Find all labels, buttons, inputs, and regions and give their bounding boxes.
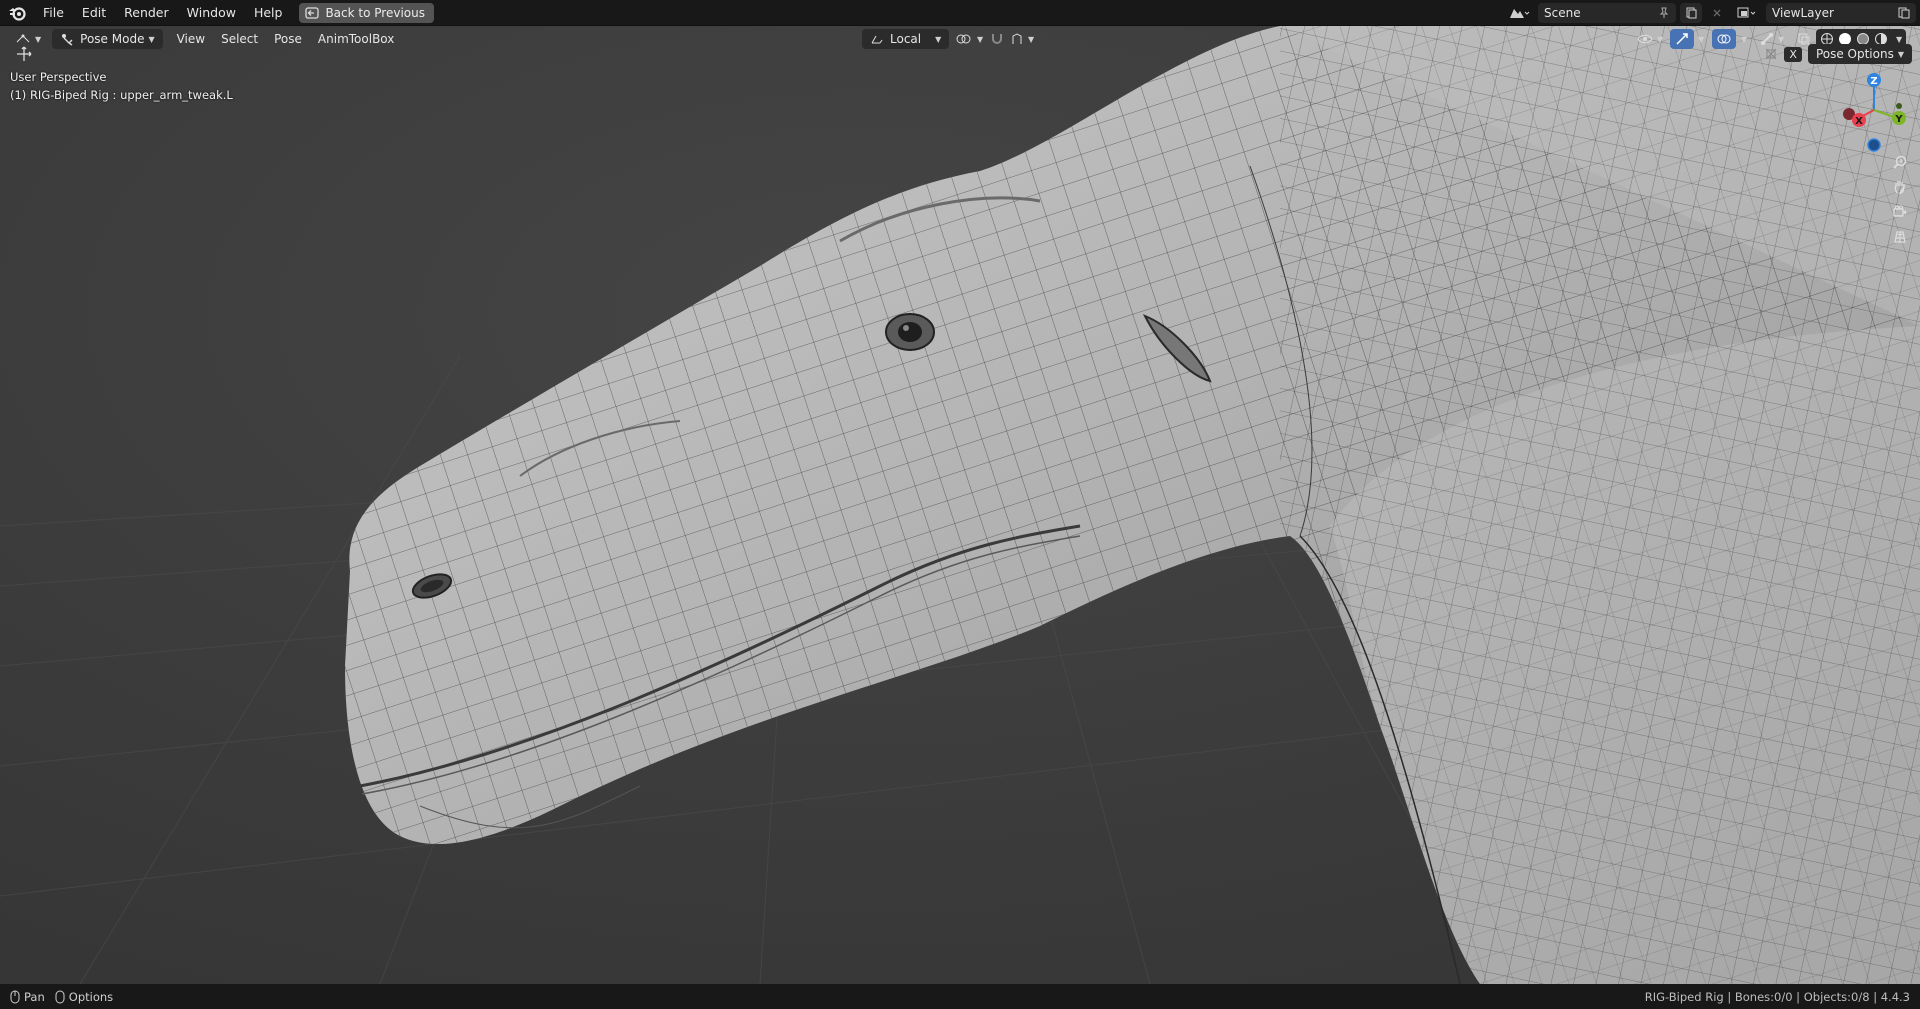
mouse-middle-icon (10, 990, 20, 1003)
copy-layer-icon[interactable] (1898, 7, 1910, 19)
mirror-x-toggle[interactable]: X (1784, 46, 1802, 62)
gizmo-y-label: Y (1894, 114, 1903, 125)
delete-scene-button[interactable] (1706, 3, 1728, 23)
navigation-gizmo[interactable]: Z Y X (1834, 70, 1914, 160)
projection-toggle-button[interactable] (1888, 225, 1912, 249)
overlays-icon (1717, 34, 1731, 44)
pose-options-area: X Pose Options ▼ (1764, 44, 1912, 64)
viewport-scene[interactable] (0, 26, 1920, 984)
overlays-toggle[interactable] (1712, 29, 1736, 49)
menu-render[interactable]: Render (115, 5, 178, 20)
menu-animtoolbox[interactable]: AnimToolBox (310, 32, 402, 46)
menu-edit[interactable]: Edit (73, 5, 115, 20)
new-scene-button[interactable] (1680, 3, 1702, 23)
snap-target-icon (1012, 33, 1022, 44)
gizmo-toggle[interactable] (1670, 29, 1694, 49)
options-hint-label: Options (68, 989, 114, 1004)
close-icon (1713, 9, 1721, 17)
top-bar: File Edit Render Window Help Back to Pre… (0, 0, 1920, 26)
gizmo-z-negative[interactable] (1867, 138, 1881, 152)
view-name: User Perspective (10, 70, 107, 84)
magnet-icon (992, 34, 1002, 44)
pin-icon[interactable] (1658, 7, 1670, 19)
scene-statistics: RIG-Biped Rig | Bones:0/0 | Objects:0/8 … (1644, 989, 1910, 1004)
snap-options-button[interactable]: ▼ (1005, 29, 1039, 49)
mode-selector[interactable]: Pose Mode ▼ (52, 29, 163, 49)
pivot-point-button[interactable]: ▼ (950, 29, 988, 49)
3d-viewport[interactable]: ▼ Pose Mode ▼ View Select Pose AnimToolB… (0, 26, 1920, 984)
menu-select[interactable]: Select (213, 32, 266, 46)
viewport-header: ▼ Pose Mode ▼ View Select Pose AnimToolB… (0, 26, 1920, 52)
menu-help[interactable]: Help (245, 5, 292, 20)
pose-options-label: Pose Options (1815, 47, 1894, 61)
gizmo-icon (1676, 33, 1688, 45)
pan-hint: Pan (10, 990, 45, 1004)
view-layer-name: ViewLayer (1772, 6, 1834, 20)
pan-button[interactable] (1888, 175, 1912, 199)
scene-selector-icon[interactable] (1504, 3, 1534, 23)
transform-orientation-selector[interactable]: Local ▼ (862, 29, 950, 49)
pan-hint-label: Pan (24, 989, 45, 1004)
back-to-previous-button[interactable]: Back to Previous (299, 2, 434, 23)
zoom-button[interactable] (1888, 150, 1912, 174)
gizmo-x-label: X (1855, 116, 1863, 127)
menu-pose[interactable]: Pose (266, 32, 310, 46)
blender-logo-icon[interactable] (0, 5, 34, 21)
visibility-button[interactable]: ▼ (1632, 29, 1668, 49)
gizmo-z-label: Z (1870, 76, 1877, 87)
scene-name: Scene (1544, 6, 1581, 20)
pose-mode-icon (62, 34, 73, 46)
active-tool-icon[interactable] (14, 45, 34, 66)
menu-window[interactable]: Window (178, 5, 245, 20)
grid-icon (1894, 231, 1906, 243)
scene-name-field[interactable]: Scene (1538, 3, 1676, 23)
camera-icon (1893, 205, 1906, 217)
eye-visibility-icon (1637, 34, 1653, 44)
camera-view-button[interactable] (1888, 200, 1912, 224)
menu-view[interactable]: View (169, 32, 213, 46)
back-arrow-icon (305, 6, 320, 19)
active-object-label: (1) RIG-Biped Rig : upper_arm_tweak.L (10, 88, 233, 102)
snap-toggle-icon[interactable] (1764, 47, 1778, 61)
back-to-previous-label: Back to Previous (325, 5, 425, 20)
hand-pan-icon (1894, 181, 1905, 194)
view-layer-field[interactable]: ViewLayer (1766, 3, 1916, 23)
status-bar: Pan Options RIG-Biped Rig | Bones:0/0 | … (0, 984, 1920, 1009)
3d-viewport-icon (16, 34, 30, 43)
pose-options-button[interactable]: Pose Options ▼ (1807, 44, 1912, 64)
view-layer-selector-icon[interactable] (1732, 3, 1762, 23)
mode-label: Pose Mode (80, 32, 145, 46)
transform-orientation-label: Local (890, 32, 922, 46)
mouse-right-icon (55, 990, 65, 1003)
menu-file[interactable]: File (34, 5, 73, 20)
pivot-icon (956, 34, 971, 44)
options-hint: Options (55, 990, 113, 1004)
local-axes-icon (871, 35, 883, 44)
zoom-icon (1893, 155, 1907, 169)
